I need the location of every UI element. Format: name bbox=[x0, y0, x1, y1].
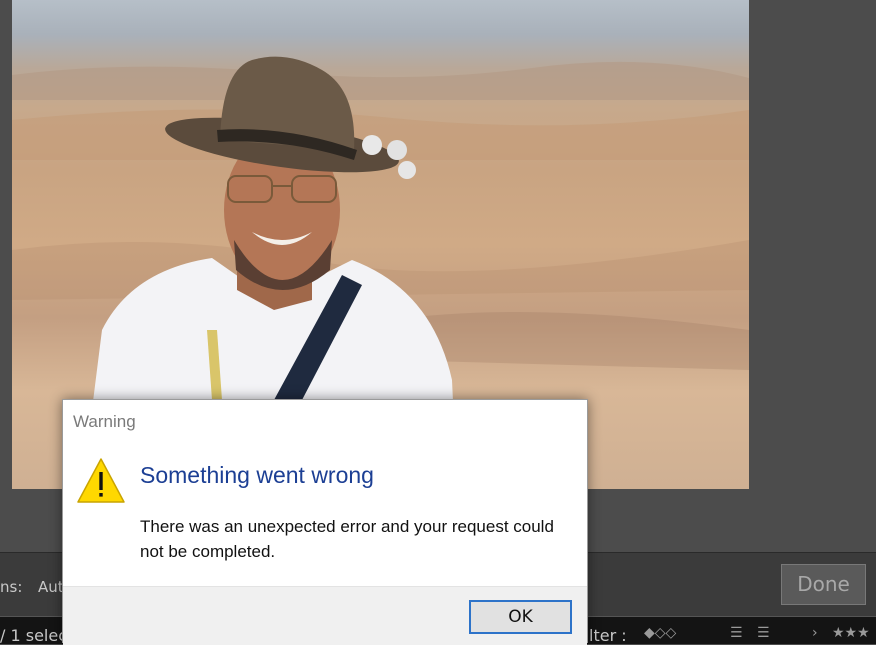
auto-button[interactable]: Aut bbox=[38, 578, 64, 596]
dialog-message: There was an unexpected error and your r… bbox=[140, 517, 554, 561]
warning-triangle-icon bbox=[77, 458, 125, 503]
flag-filter-icon[interactable]: ◆◇◇ bbox=[644, 625, 676, 641]
done-button[interactable]: Done bbox=[781, 564, 866, 605]
toolbar-options-label: ns: bbox=[0, 578, 23, 596]
sliders-icon[interactable]: ☰ bbox=[730, 625, 743, 641]
filter-label: lter : bbox=[589, 626, 627, 645]
dialog-heading: Something went wrong bbox=[140, 462, 374, 488]
selection-count: / 1 selec bbox=[0, 626, 68, 645]
chevron-right-icon[interactable]: › bbox=[812, 625, 818, 641]
star-rating-icon[interactable]: ★★★ bbox=[832, 625, 870, 641]
sliders-off-icon[interactable]: ☰ bbox=[757, 625, 770, 641]
ok-button[interactable]: OK bbox=[469, 600, 572, 634]
dialog-title: Warning bbox=[73, 412, 136, 431]
